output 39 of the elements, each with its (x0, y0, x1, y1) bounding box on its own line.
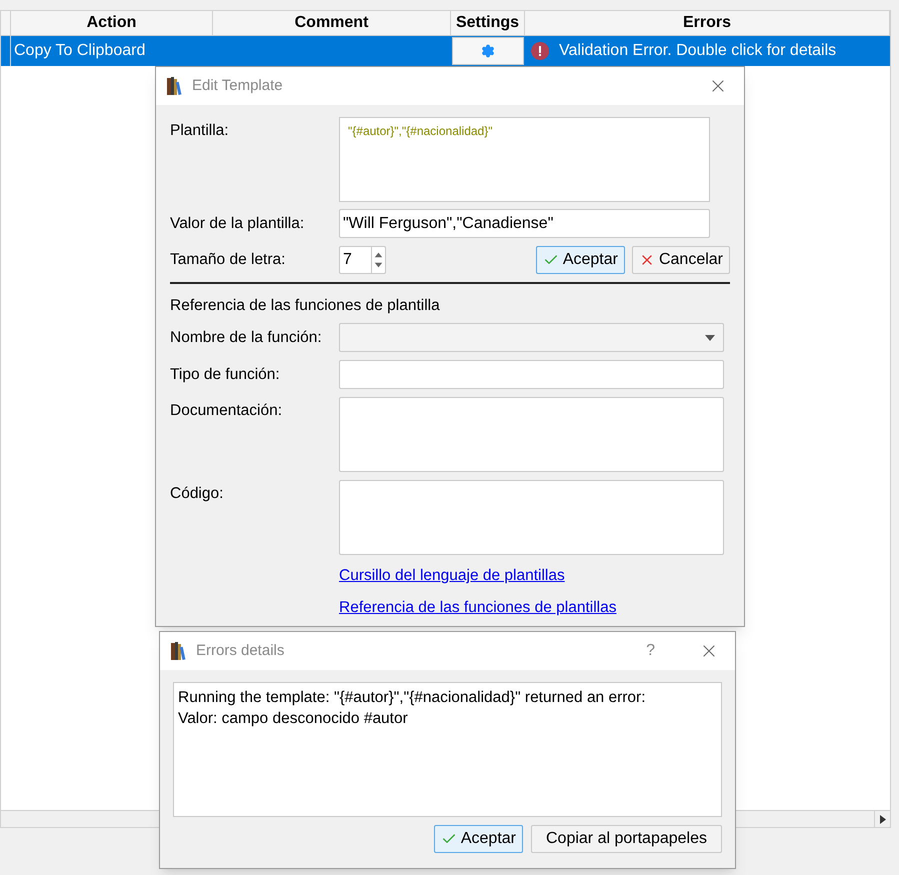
settings-icon (481, 44, 495, 58)
error-icon (531, 42, 549, 60)
error-message: Running the template: "{#autor}","{#nacionalidad}" returned an error: (178, 688, 647, 708)
text-area[interactable] (339, 480, 724, 556)
text-area[interactable] (339, 397, 724, 472)
error-message: Valor: campo desconocido #autor (178, 709, 409, 729)
reference-heading: Referencia de las funciones de plantilla (170, 296, 441, 316)
window-title: Errors details (196, 640, 284, 661)
template-value-label: Valor de la plantilla: (170, 214, 306, 234)
dropdown-arrow-icon (705, 334, 715, 341)
function-type-field[interactable] (339, 360, 724, 390)
spinner-arrows-icon (371, 247, 385, 273)
books-icon (166, 76, 184, 96)
table-cell-text: Validation Error. Double click for details (559, 41, 836, 61)
scroll-right-icon (880, 814, 886, 824)
accept-button[interactable]: Aceptar (536, 246, 625, 274)
template-editor[interactable]: "{#autor}","{#nacionalidad}" (339, 117, 710, 202)
font-size-label: Tamaño de letra: (170, 250, 286, 270)
field-label: Nombre de la función: (170, 328, 323, 348)
field-label: Tipo de función: (170, 365, 281, 386)
font-size-spinner[interactable]: 7 (339, 246, 386, 274)
template-label: Plantilla: (170, 121, 230, 141)
field-label: Documentación: (170, 401, 284, 422)
help-link[interactable]: Cursillo del lenguaje de plantillas (339, 564, 565, 588)
books-icon (170, 641, 188, 661)
copy-button[interactable]: Copiar al portapapeles (531, 825, 722, 853)
column-header[interactable]: Errors (525, 11, 890, 35)
table-cell-text: Copy To Clipboard (13, 41, 146, 61)
window-title: Edit Template (192, 76, 283, 96)
column-header[interactable]: Action (11, 11, 213, 35)
accept-button[interactable]: Aceptar (434, 825, 523, 853)
column-header[interactable]: Comment (213, 11, 451, 35)
help-link[interactable]: Referencia de las funciones de plantillas (339, 596, 616, 619)
cancel-button[interactable]: Cancelar (632, 246, 730, 274)
table-row[interactable]: Copy To Clipboard Validation Error. Double click for details (1, 36, 890, 66)
field-label: Código: (170, 484, 224, 504)
column-header[interactable]: Settings (451, 11, 525, 35)
settings-button[interactable] (452, 37, 524, 65)
template-value-field[interactable]: "Will Ferguson","Canadiense" (339, 209, 710, 238)
